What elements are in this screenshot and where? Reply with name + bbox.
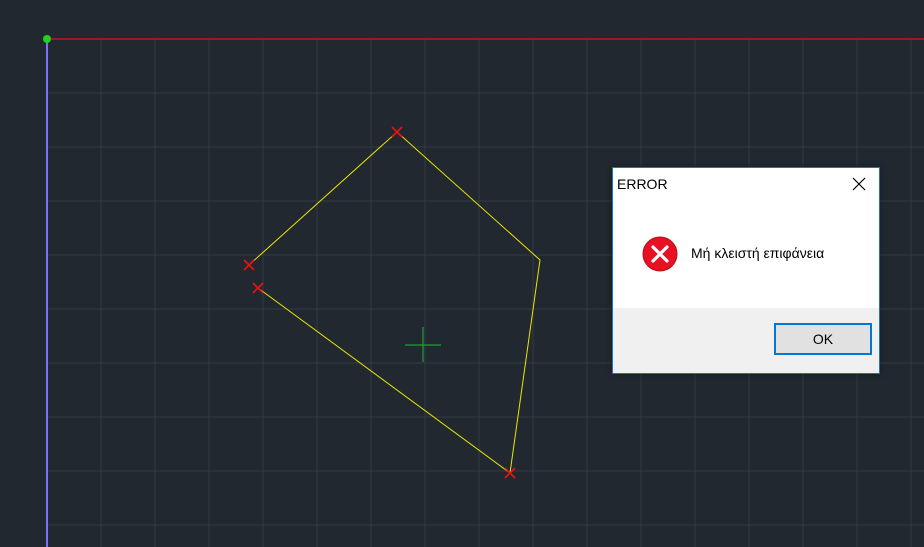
vertex-marker[interactable] xyxy=(252,282,264,294)
dialog-titlebar[interactable]: ERROR xyxy=(613,168,879,200)
error-icon xyxy=(642,236,678,272)
close-button[interactable] xyxy=(841,170,877,198)
dialog-footer: OK xyxy=(613,308,879,373)
error-dialog: ERROR Μή κλειστή επιφάνεια OK xyxy=(612,167,880,374)
vertex-marker[interactable] xyxy=(391,126,403,138)
dialog-message: Μή κλειστή επιφάνεια xyxy=(691,245,825,261)
vertex-marker[interactable] xyxy=(243,259,255,271)
dialog-title: ERROR xyxy=(617,176,668,192)
open-polyline[interactable] xyxy=(248,131,541,474)
ok-button[interactable]: OK xyxy=(774,323,872,355)
close-icon xyxy=(852,177,866,191)
origin-marker xyxy=(43,35,51,43)
dialog-body: Μή κλειστή επιφάνεια xyxy=(613,200,879,308)
crosshair-cursor xyxy=(405,327,441,362)
